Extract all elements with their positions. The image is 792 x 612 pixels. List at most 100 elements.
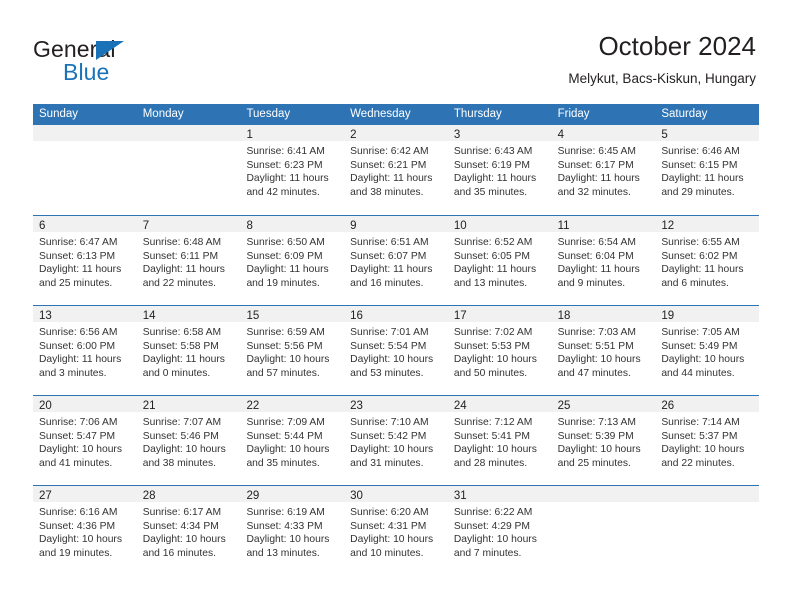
calendar-grid: Sunday Monday Tuesday Wednesday Thursday Frid… [33,104,760,575]
day-detail-line: Daylight: 11 hours [39,264,122,276]
day-number: 30 [350,490,363,502]
day-detail-line: Sunset: 5:53 PM [453,340,531,352]
day-detail-line: Daylight: 10 hours [453,534,537,546]
day-number-band: 27 [33,486,137,502]
day-detail-line: Sunrise: 6:46 AM [661,146,740,157]
general-blue-logo[interactable]: General Blue [33,36,263,88]
day-detail-line: and 22 minutes. [142,277,216,289]
calendar-day-cell[interactable]: 26 Sunrise: 7:14 AM Sunset: 5:37 PM Dayligh… [655,396,760,485]
day-detail-line: Sunset: 6:19 PM [453,159,531,171]
page-title: October 2024 [598,31,756,61]
day-detail-line: Daylight: 11 hours [39,354,122,366]
weekday-header-friday: Friday [557,108,590,120]
day-detail-line: and 3 minutes. [39,367,107,379]
calendar-day-cell[interactable]: 27 Sunrise: 6:16 AM Sunset: 4:36 PM Dayligh… [33,486,137,575]
day-number-band: 12 [655,216,760,232]
day-detail-line: Sunset: 5:37 PM [661,430,738,442]
day-detail-line: Daylight: 11 hours [453,264,537,276]
day-detail-line: Daylight: 11 hours [557,264,640,276]
day-number-band: 21 [136,396,241,412]
day-number-band: 22 [240,396,345,412]
calendar-day-cell[interactable]: 3 Sunrise: 6:43 AM Sunset: 6:19 PM Daylight… [447,125,552,215]
day-detail-line: and 42 minutes. [246,186,320,198]
day-detail-text: Sunrise: 6:50 AM Sunset: 6:09 PM Daylight:… [240,232,344,290]
day-detail-text: Sunrise: 6:17 AM Sunset: 4:34 PM Daylight:… [137,502,241,560]
day-detail-text: Sunrise: 7:10 AM Sunset: 5:42 PM Daylight:… [344,412,448,470]
day-detail-line: Sunset: 6:13 PM [39,250,116,262]
day-detail-line: Sunset: 6:15 PM [661,159,738,171]
calendar-week-row: 13 Sunrise: 6:56 AM Sunset: 6:00 PM Dayligh… [33,305,760,395]
day-number: 12 [661,220,675,232]
calendar-day-cell[interactable]: 8 Sunrise: 6:50 AM Sunset: 6:09 PM Daylight… [240,216,345,305]
calendar-day-cell[interactable]: 28 Sunrise: 6:17 AM Sunset: 4:34 PM Dayligh… [136,486,241,575]
day-detail-line: and 25 minutes. [39,277,113,289]
weekday-header-sunday: Sunday [39,108,79,120]
day-detail-line: Sunset: 5:58 PM [142,340,219,352]
day-detail-text: Sunrise: 6:42 AM Sunset: 6:21 PM Daylight:… [344,141,448,199]
day-detail-text: Sunrise: 6:22 AM Sunset: 4:29 PM Daylight:… [448,502,552,560]
day-detail-line: Sunrise: 6:54 AM [557,237,637,248]
day-detail-line: and 13 minutes. [246,547,320,559]
day-number: 17 [453,310,467,322]
calendar-day-cell-empty [33,125,137,215]
day-number-band: 25 [551,396,656,412]
calendar-day-cell[interactable]: 10 Sunrise: 6:52 AM Sunset: 6:05 PM Dayligh… [447,216,552,305]
calendar-day-cell[interactable]: 24 Sunrise: 7:12 AM Sunset: 5:41 PM Dayligh… [447,396,552,485]
day-detail-line: Daylight: 11 hours [350,264,433,276]
calendar-day-cell[interactable]: 12 Sunrise: 6:55 AM Sunset: 6:02 PM Dayligh… [655,216,760,305]
day-detail-text: Sunrise: 7:13 AM Sunset: 5:39 PM Daylight:… [552,412,656,470]
calendar-day-cell[interactable]: 1 Sunrise: 6:41 AM Sunset: 6:23 PM Daylight… [240,125,345,215]
calendar-day-cell[interactable]: 16 Sunrise: 7:01 AM Sunset: 5:54 PM Dayligh… [344,306,448,395]
day-number: 27 [39,490,52,502]
calendar-day-cell[interactable]: 23 Sunrise: 7:10 AM Sunset: 5:42 PM Dayligh… [344,396,448,485]
calendar-day-cell[interactable]: 5 Sunrise: 6:46 AM Sunset: 6:15 PM Daylight… [655,125,760,215]
day-number: 9 [350,220,357,232]
day-detail-line: Sunrise: 7:02 AM [453,327,533,338]
page-header: General Blue October 2024 Melykut, Bacs-… [0,0,792,100]
day-number: 7 [142,220,150,232]
calendar-day-cell[interactable]: 14 Sunrise: 6:58 AM Sunset: 5:58 PM Dayligh… [136,306,241,395]
day-detail-line: Sunrise: 7:07 AM [142,417,222,428]
day-number: 22 [246,400,260,412]
calendar-day-cell[interactable]: 7 Sunrise: 6:48 AM Sunset: 6:11 PM Daylight… [136,216,241,305]
day-detail-text: Sunrise: 7:09 AM Sunset: 5:44 PM Daylight:… [240,412,344,470]
day-detail-line: and 38 minutes. [350,186,424,198]
calendar-day-cell[interactable]: 30 Sunrise: 6:20 AM Sunset: 4:31 PM Dayligh… [344,486,448,575]
day-detail-line: Sunset: 5:51 PM [557,340,634,352]
weekday-header-thursday: Thursday [453,108,502,120]
day-detail-line: Sunrise: 6:45 AM [557,146,637,157]
calendar-day-cell[interactable]: 31 Sunrise: 6:22 AM Sunset: 4:29 PM Dayligh… [447,486,552,575]
calendar-day-cell[interactable]: 29 Sunrise: 6:19 AM Sunset: 4:33 PM Dayligh… [240,486,345,575]
calendar-day-cell[interactable]: 17 Sunrise: 7:02 AM Sunset: 5:53 PM Dayligh… [447,306,552,395]
calendar-day-cell[interactable]: 18 Sunrise: 7:03 AM Sunset: 5:51 PM Dayligh… [551,306,656,395]
day-detail-line: and 16 minutes. [350,277,424,289]
day-detail-line: Daylight: 11 hours [661,264,744,276]
day-detail-line: and 38 minutes. [142,457,216,469]
day-detail-line: Sunrise: 7:09 AM [246,417,325,428]
day-number: 16 [350,310,363,322]
calendar-day-cell[interactable]: 22 Sunrise: 7:09 AM Sunset: 5:44 PM Dayligh… [240,396,345,485]
calendar-page: General Blue October 2024 Melykut, Bacs-… [0,0,792,612]
calendar-day-cell[interactable]: 6 Sunrise: 6:47 AM Sunset: 6:13 PM Daylight… [33,216,137,305]
day-number-band: 20 [33,396,137,412]
day-detail-line: and 22 minutes. [661,457,735,469]
calendar-day-cell[interactable]: 20 Sunrise: 7:06 AM Sunset: 5:47 PM Dayligh… [33,396,137,485]
day-detail-line: Daylight: 10 hours [453,444,537,456]
day-number: 6 [39,220,46,232]
calendar-day-cell[interactable]: 2 Sunrise: 6:42 AM Sunset: 6:21 PM Daylight… [344,125,448,215]
day-detail-line: Sunrise: 6:47 AM [39,237,118,248]
calendar-day-cell[interactable]: 11 Sunrise: 6:54 AM Sunset: 6:04 PM Dayligh… [551,216,656,305]
day-detail-line: Sunset: 5:49 PM [661,340,738,352]
calendar-day-cell[interactable]: 9 Sunrise: 6:51 AM Sunset: 6:07 PM Daylight… [344,216,448,305]
calendar-day-cell[interactable]: 4 Sunrise: 6:45 AM Sunset: 6:17 PM Daylight… [551,125,656,215]
calendar-day-cell[interactable]: 21 Sunrise: 7:07 AM Sunset: 5:46 PM Dayligh… [136,396,241,485]
calendar-day-cell[interactable]: 13 Sunrise: 6:56 AM Sunset: 6:00 PM Dayligh… [33,306,137,395]
calendar-day-cell[interactable]: 15 Sunrise: 6:59 AM Sunset: 5:56 PM Dayligh… [240,306,345,395]
day-number: 1 [246,129,253,141]
calendar-day-cell[interactable]: 19 Sunrise: 7:05 AM Sunset: 5:49 PM Dayligh… [655,306,760,395]
calendar-day-cell-empty [136,125,241,215]
weekday-header-saturday: Saturday [661,108,708,120]
calendar-day-cell[interactable]: 25 Sunrise: 7:13 AM Sunset: 5:39 PM Dayligh… [551,396,656,485]
day-number: 23 [350,400,363,412]
day-detail-line: Daylight: 11 hours [246,264,329,276]
